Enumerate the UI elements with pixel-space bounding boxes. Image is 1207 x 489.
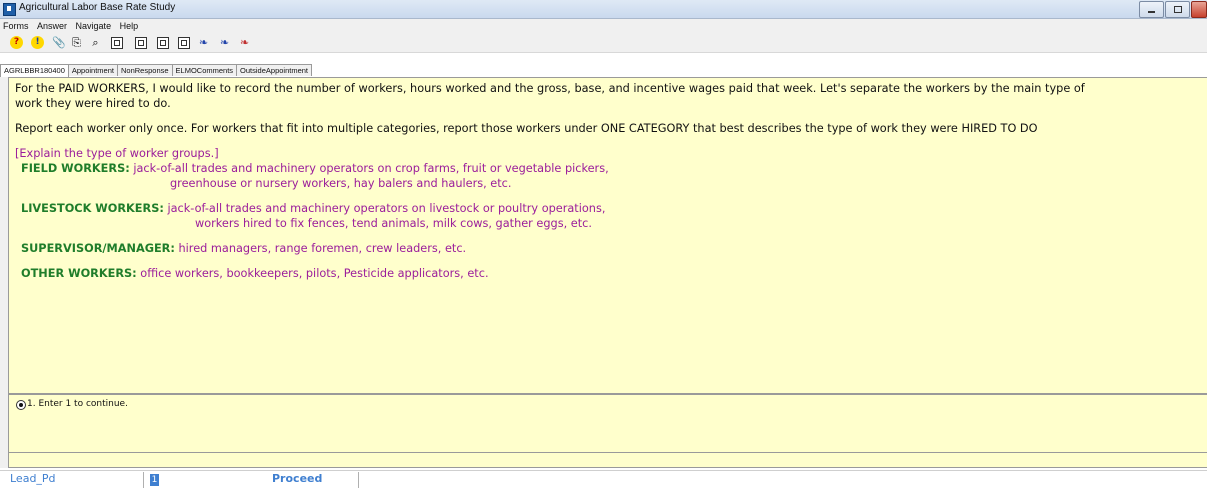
copy-icon[interactable]: ⎘ (70, 36, 83, 49)
bird2-icon[interactable]: ❧ (218, 36, 231, 49)
supervisor-label: SUPERVISOR/MANAGER: (21, 242, 175, 255)
other-workers-row: OTHER WORKERS: office workers, bookkeepe… (21, 267, 489, 280)
app-icon (3, 3, 16, 16)
status-divider-2 (358, 472, 359, 488)
field-value[interactable]: 1 (150, 474, 159, 486)
form3-icon[interactable] (157, 37, 169, 49)
form1-icon[interactable] (111, 37, 123, 49)
title-bar: Agricultural Labor Base Rate Study (0, 0, 1207, 19)
supervisor-text: hired managers, range foremen, crew lead… (178, 242, 467, 255)
bird1-icon[interactable]: ❧ (197, 36, 210, 49)
answer-input[interactable] (8, 453, 1207, 468)
tab-elmocomments[interactable]: ELMOComments (171, 64, 238, 76)
field-name: Lead_Pd (10, 472, 56, 485)
tab-agrlbbr180400[interactable]: AGRLBBR180400 (0, 64, 69, 77)
supervisor-row: SUPERVISOR/MANAGER: hired managers, rang… (21, 242, 466, 255)
status-action: Proceed (272, 472, 323, 485)
tab-nonresponse[interactable]: NonResponse (117, 64, 173, 76)
attachment-icon[interactable]: 📎 (52, 36, 66, 49)
info-icon[interactable]: ! (31, 36, 44, 49)
search-icon[interactable]: ⌕ (89, 36, 102, 49)
form4-icon[interactable] (178, 37, 190, 49)
question-intro: For the PAID WORKERS, I would like to re… (15, 82, 1085, 95)
menu-answer[interactable]: Answer (34, 19, 70, 31)
status-divider (143, 472, 144, 488)
toolbar: ? ! 📎 ⎘ ⌕ ❧ ❧ ❧ (0, 33, 1207, 53)
form2-icon[interactable] (135, 37, 147, 49)
answer-option-label[interactable]: 1. Enter 1 to continue. (27, 399, 128, 409)
help-icon[interactable]: ? (10, 36, 23, 49)
question-intro-cont: work they were hired to do. (15, 97, 171, 110)
other-workers-label: OTHER WORKERS: (21, 267, 137, 280)
status-bar: Lead_Pd 1 Proceed (0, 470, 1207, 489)
explain-instruction: [Explain the type of worker groups.] (15, 147, 219, 160)
menu-navigate[interactable]: Navigate (73, 19, 115, 31)
field-workers-label: FIELD WORKERS: (21, 162, 130, 175)
maximize-button[interactable] (1165, 1, 1190, 18)
bird3-icon[interactable]: ❧ (238, 36, 251, 49)
tab-appointment[interactable]: Appointment (67, 64, 118, 76)
menu-help[interactable]: Help (117, 19, 142, 31)
close-button[interactable] (1191, 1, 1207, 18)
left-margin (0, 77, 8, 468)
livestock-workers-row: LIVESTOCK WORKERS: jack-of-all trades an… (21, 202, 605, 215)
other-workers-text: office workers, bookkeepers, pilots, Pes… (140, 267, 489, 280)
minimize-button[interactable] (1139, 1, 1164, 18)
answer-panel: 1. Enter 1 to continue. (8, 394, 1207, 453)
question-panel: For the PAID WORKERS, I would like to re… (8, 77, 1207, 394)
field-workers-row: FIELD WORKERS: jack-of-all trades and ma… (21, 162, 609, 175)
tab-strip: AGRLBBR180400 Appointment NonResponse EL… (0, 64, 313, 77)
livestock-workers-text-cont: workers hired to fix fences, tend animal… (195, 217, 592, 230)
livestock-workers-text: jack-of-all trades and machinery operato… (167, 202, 606, 215)
question-report: Report each worker only once. For worker… (15, 122, 1038, 135)
field-workers-text-cont: greenhouse or nursery workers, hay baler… (170, 177, 512, 190)
menu-forms[interactable]: Forms (0, 19, 32, 31)
answer-radio[interactable] (16, 400, 26, 410)
field-workers-text: jack-of-all trades and machinery operato… (133, 162, 609, 175)
menu-bar: Forms Answer Navigate Help (0, 19, 1207, 33)
tab-outsideappointment[interactable]: OutsideAppointment (236, 64, 313, 76)
livestock-workers-label: LIVESTOCK WORKERS: (21, 202, 164, 215)
window-title: Agricultural Labor Base Rate Study (19, 2, 176, 13)
